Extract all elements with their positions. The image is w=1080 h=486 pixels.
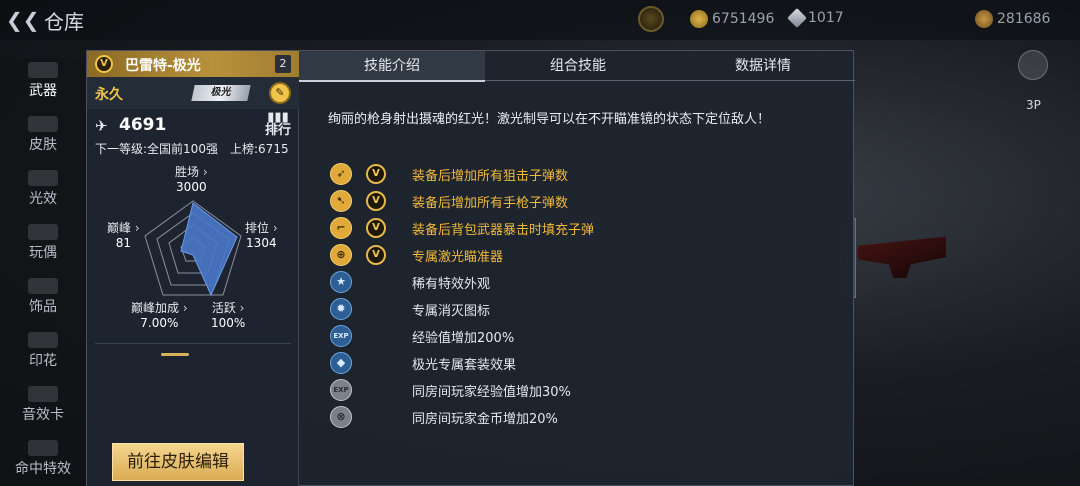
room-exp-icon: EXP	[330, 379, 352, 401]
point-balance: 281686	[975, 10, 1050, 28]
diamond-icon	[787, 8, 807, 28]
sidebar-item-hit-effect[interactable]: 命中特效	[0, 436, 86, 486]
stat-peak[interactable]: 巅峰 › 81	[107, 221, 140, 251]
point-amount: 281686	[997, 11, 1051, 27]
skin-detail-modal: V 巴雷特-极光 2 永久 极光 ✎ ✈ 4691 ▮▮▮ 排行 下一等级:全国前…	[86, 50, 855, 486]
tab-combo-skill[interactable]: 组合技能	[485, 51, 671, 81]
skin-card-header: V 巴雷特-极光 2	[87, 51, 299, 77]
skin-icon	[28, 116, 58, 132]
back-icon[interactable]: ❮❮	[6, 8, 40, 32]
sidebar-item-weapon[interactable]: 武器	[0, 58, 86, 112]
category-sidebar: 武器 皮肤 光效 玩偶 饰品 印花 音效卡 命中特效	[0, 58, 86, 486]
room-coin-icon: ⊗	[330, 406, 352, 428]
stat-win[interactable]: 胜场 › 3000	[175, 165, 208, 195]
skill-text: 稀有特效外观	[412, 277, 491, 292]
skill-row: ✹ 专属消灭图标	[328, 298, 828, 322]
star-icon: ★	[330, 271, 352, 293]
skill-text: 同房间玩家金币增加20%	[412, 412, 558, 427]
skill-text: 同房间玩家经验值增加30%	[412, 385, 571, 400]
skill-row: ◆ 极光专属套装效果	[328, 352, 828, 376]
skill-text: 装备后增加所有狙击子弹数	[412, 169, 569, 184]
kill-mark-icon: ✹	[330, 298, 352, 320]
kill-count-icon: ✈	[95, 117, 108, 135]
medal-icon[interactable]: ✎	[269, 82, 291, 104]
edit-skin-button[interactable]: 前往皮肤编辑	[112, 443, 244, 481]
skin-card-subheader: 永久 极光 ✎	[87, 77, 299, 109]
tab-data-detail[interactable]: 数据详情	[671, 51, 855, 81]
doll-icon	[28, 224, 58, 240]
skill-text: 装备后增加所有手枪子弹数	[412, 196, 569, 211]
skill-row: ⌐ V 装备后背包武器暴击时填充子弹	[328, 217, 828, 241]
vip-icon: V	[366, 218, 386, 238]
duration-label: 永久	[95, 87, 123, 103]
skill-text: 专属消灭图标	[412, 304, 491, 319]
top-bar: ❮❮ 仓库 6751496 1017 281686	[0, 0, 1080, 40]
sticker-icon	[28, 332, 58, 348]
view-3p-button[interactable]: 3P	[1026, 98, 1041, 112]
settings-icon[interactable]	[1018, 50, 1048, 80]
skill-row: ⊗ 同房间玩家金币增加20%	[328, 406, 828, 430]
radar-fill	[180, 202, 238, 297]
skill-text: 极光专属套装效果	[412, 358, 517, 373]
sidebar-item-skin[interactable]: 皮肤	[0, 112, 86, 166]
tab-skill-intro[interactable]: 技能介绍	[299, 51, 485, 82]
vip-icon: V	[366, 245, 386, 265]
skill-row: EXP 经验值增加200%	[328, 325, 828, 349]
weapon-icon	[28, 62, 58, 78]
skill-row: ➶ V 装备后增加所有狙击子弹数	[328, 163, 828, 187]
sidebar-item-doll[interactable]: 玩偶	[0, 220, 86, 274]
weapon-preview	[858, 236, 946, 278]
skill-row: ⊕ V 专属激光瞄准器	[328, 244, 828, 268]
diamond-amount: 1017	[808, 10, 844, 26]
sidebar-item-sound-card[interactable]: 音效卡	[0, 382, 86, 436]
stat-rank[interactable]: 排位 › 1304	[245, 221, 278, 251]
skin-name: 巴雷特-极光	[125, 58, 201, 74]
skill-text: 经验值增加200%	[412, 331, 515, 346]
pistol-icon: ⌐	[330, 217, 352, 239]
vip-icon: V	[366, 164, 386, 184]
skin-score: 4691	[119, 115, 167, 135]
sidebar-item-sticker[interactable]: 印花	[0, 328, 86, 382]
skill-row: ★ 稀有特效外观	[328, 271, 828, 295]
skin-count: 2	[275, 55, 291, 73]
sidebar-item-light-effect[interactable]: 光效	[0, 166, 86, 220]
accessory-icon	[28, 278, 58, 294]
hit-effect-icon	[28, 440, 58, 456]
stat-peak-bonus[interactable]: 巅峰加成 › 7.00%	[131, 301, 188, 331]
sound-card-icon	[28, 386, 58, 402]
skill-row: EXP 同房间玩家经验值增加30%	[328, 379, 828, 403]
suit-icon: ◆	[330, 352, 352, 374]
coin-amount: 6751496	[712, 11, 775, 27]
coin-balance: 6751496	[690, 10, 774, 28]
page-indicator	[161, 353, 189, 356]
gold-medal-icon[interactable]	[638, 6, 664, 32]
skin-tag: 极光	[191, 85, 251, 101]
light-effect-icon	[28, 170, 58, 186]
skill-text: 装备后背包武器暴击时填充子弹	[412, 223, 595, 238]
page-title: 仓库	[44, 10, 84, 34]
skin-description: 绚丽的枪身射出摄魂的红光！激光制导可以在不开瞄准镜的状态下定位敌人！	[328, 112, 771, 127]
exp-icon: EXP	[330, 325, 352, 347]
detail-tabs: 技能介绍 组合技能 数据详情	[299, 51, 855, 82]
vip-icon: V	[366, 191, 386, 211]
pistol-bullet-icon: ➷	[330, 190, 352, 212]
vip-badge-icon: V	[95, 55, 113, 73]
skill-text: 专属激光瞄准器	[412, 250, 504, 265]
skill-row: ➷ V 装备后增加所有手枪子弹数	[328, 190, 828, 214]
divider	[95, 343, 291, 344]
stat-active[interactable]: 活跃 › 100%	[211, 301, 245, 331]
skin-card: V 巴雷特-极光 2 永久 极光 ✎ ✈ 4691 ▮▮▮ 排行 下一等级:全国前…	[87, 51, 299, 486]
sidebar-item-accessory[interactable]: 饰品	[0, 274, 86, 328]
coin-icon	[690, 10, 708, 28]
leaderboard-button[interactable]: ▮▮▮ 排行	[265, 111, 291, 137]
crosshair-icon: ⊕	[330, 244, 352, 266]
sniper-bullet-icon: ➶	[330, 163, 352, 185]
diamond-balance: 1017	[787, 8, 844, 28]
point-icon	[975, 10, 993, 28]
